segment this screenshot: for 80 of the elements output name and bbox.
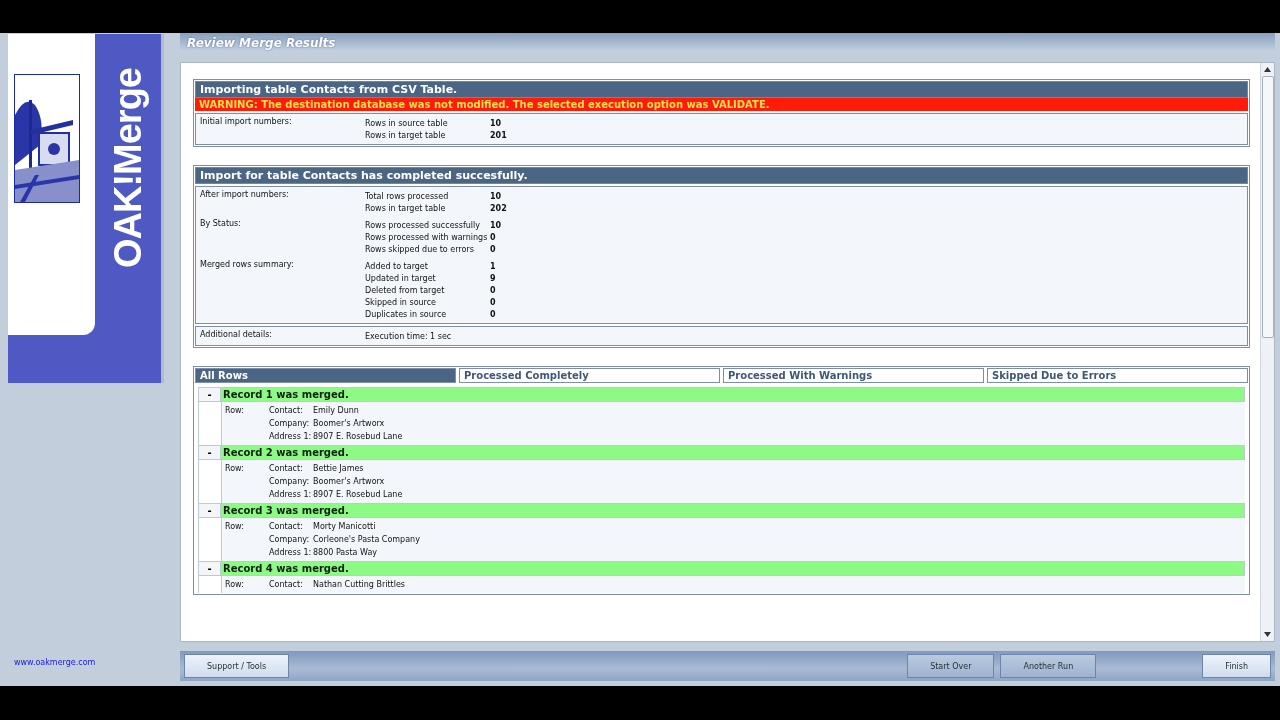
field-name: Contact: bbox=[269, 580, 304, 589]
record-title: Record 2 was merged. bbox=[221, 446, 1244, 459]
field-value: Morty Manicotti bbox=[313, 522, 377, 531]
field-value: 8800 Pasta Way bbox=[313, 548, 379, 557]
group-label: Merged rows summary: bbox=[200, 260, 295, 271]
filter-tab[interactable]: Skipped Due to Errors bbox=[987, 368, 1248, 383]
stat-name: Rows in source table bbox=[365, 119, 449, 128]
field-value: Emily Dunn bbox=[313, 406, 360, 415]
group-label: Additional details: bbox=[200, 330, 274, 341]
field-name: Contact: bbox=[269, 464, 304, 473]
section-title: Importing table Contacts from CSV Table. bbox=[195, 81, 1248, 98]
stat-value: 201 bbox=[490, 131, 507, 140]
stat-value: 10 bbox=[490, 192, 503, 201]
page-title: Review Merge Results bbox=[187, 35, 336, 50]
field-name: Company: bbox=[269, 477, 311, 486]
field-value: Boomer's Artworx bbox=[313, 477, 386, 486]
nav-button[interactable]: Another Run bbox=[1000, 654, 1097, 678]
nav-button[interactable]: Start Over bbox=[907, 654, 995, 678]
row-label: Row: bbox=[225, 522, 245, 533]
stat-value: 1 bbox=[490, 262, 496, 271]
field-value: 8907 E. Rosebud Lane bbox=[313, 490, 403, 499]
row-label: Row: bbox=[225, 464, 245, 475]
stat-name: Rows in target table bbox=[365, 131, 447, 140]
stat-name: Deleted from target bbox=[365, 286, 446, 295]
row-label: Row: bbox=[225, 406, 245, 417]
group-label: By Status: bbox=[200, 219, 242, 230]
record-title: Record 3 was merged. bbox=[221, 504, 1244, 517]
stat-value: 9 bbox=[490, 274, 496, 283]
scrollbar[interactable] bbox=[1260, 63, 1274, 641]
field-name: Contact: bbox=[269, 522, 304, 531]
field-value: Corleone's Pasta Company bbox=[313, 535, 420, 544]
stat-value: 0 bbox=[490, 245, 497, 254]
collapse-toggle[interactable]: - bbox=[199, 562, 221, 575]
logo-text: OAK!Merge bbox=[106, 68, 150, 269]
nav-button[interactable]: Finish bbox=[1202, 654, 1271, 679]
field-value: Nathan Cutting Brittles bbox=[313, 580, 406, 589]
record-title: Record 1 was merged. bbox=[221, 388, 1244, 401]
detail-text: Execution time: 1 sec bbox=[365, 332, 453, 341]
group-label: Initial import numbers: bbox=[200, 117, 293, 128]
group-label: After import numbers: bbox=[200, 190, 290, 201]
row-label: Row: bbox=[225, 580, 245, 589]
field-name: Address 1: bbox=[269, 548, 313, 557]
website-link[interactable]: www.oakmerge.com bbox=[14, 658, 96, 667]
stat-name: Added to target bbox=[365, 262, 429, 271]
field-name: Address 1: bbox=[269, 490, 313, 499]
field-name: Company: bbox=[269, 419, 311, 428]
support-button[interactable]: Support / Tools bbox=[184, 654, 290, 678]
scroll-down-icon[interactable] bbox=[1264, 632, 1271, 637]
section-title: Import for table Contacts has completed succesfully. bbox=[195, 167, 1248, 184]
stat-name: Rows in target table bbox=[365, 204, 447, 213]
stat-name: Rows skipped due to errors bbox=[365, 245, 475, 254]
stat-value: 0 bbox=[490, 286, 496, 295]
collapse-toggle[interactable]: - bbox=[199, 504, 221, 517]
filter-tab[interactable]: Processed With Warnings bbox=[723, 368, 984, 383]
warning-message: WARNING: The destination database was not modified. The selected execution option was VALIDATE. bbox=[195, 98, 1248, 111]
collapse-toggle[interactable]: - bbox=[199, 388, 221, 401]
stat-name: Skipped in source bbox=[365, 298, 438, 307]
record-title: Record 4 was merged. bbox=[221, 562, 1244, 575]
field-value: Bettie James bbox=[313, 464, 365, 473]
filter-tab[interactable]: All Rows bbox=[195, 368, 456, 383]
field-name: Company: bbox=[269, 535, 311, 544]
stat-name: Duplicates in source bbox=[365, 310, 448, 319]
stat-value: 0 bbox=[490, 310, 496, 319]
stat-value: 0 bbox=[490, 298, 496, 307]
stat-value: 202 bbox=[490, 204, 507, 213]
field-name: Address 1: bbox=[269, 432, 313, 441]
stat-value: 0 bbox=[490, 233, 497, 242]
field-value: Boomer's Artworx bbox=[313, 419, 386, 428]
stat-name: Rows processed with warnings bbox=[365, 233, 489, 242]
stat-name: Rows processed successfully bbox=[365, 221, 481, 230]
field-name: Contact: bbox=[269, 406, 304, 415]
stat-name: Updated in target bbox=[365, 274, 437, 283]
stat-value: 10 bbox=[490, 119, 503, 128]
collapse-toggle[interactable]: - bbox=[199, 446, 221, 459]
filter-tab[interactable]: Processed Completely bbox=[459, 368, 720, 383]
field-value: 8907 E. Rosebud Lane bbox=[313, 432, 403, 441]
stat-value: 10 bbox=[490, 221, 502, 230]
scroll-up-icon[interactable] bbox=[1264, 67, 1271, 72]
scroll-thumb[interactable] bbox=[1261, 76, 1274, 338]
stat-name: Total rows processed bbox=[365, 192, 450, 201]
